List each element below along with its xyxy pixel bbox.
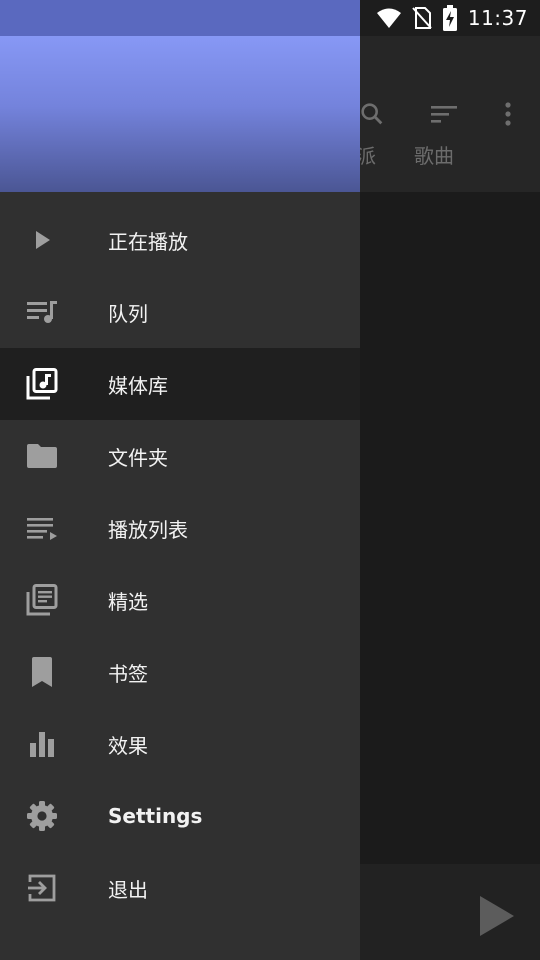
more-vert-icon[interactable]	[490, 96, 526, 132]
queue-music-icon	[24, 294, 60, 330]
drawer-item-label: 正在播放	[108, 229, 188, 254]
library-books-icon	[24, 582, 60, 618]
settings-gear-icon	[24, 798, 60, 834]
status-icons: 11:37	[376, 0, 528, 36]
drawer-item-effects[interactable]: 效果	[0, 708, 360, 780]
drawer-item-featured[interactable]: 精选	[0, 564, 360, 636]
drawer-item-label: 书签	[108, 661, 148, 686]
drawer-item-label: 队列	[108, 301, 148, 326]
folder-icon	[24, 438, 60, 474]
drawer-item-label: 精选	[108, 589, 148, 614]
equalizer-icon	[24, 726, 60, 762]
drawer-item-queue[interactable]: 队列	[0, 276, 360, 348]
drawer-item-library[interactable]: 媒体库	[0, 348, 360, 420]
drawer-item-bookmarks[interactable]: 书签	[0, 636, 360, 708]
drawer-item-settings[interactable]: Settings	[0, 780, 360, 852]
drawer-menu: 正在播放 队列 媒体库 文件夹 播放列表 精选 书签 效果 Settings 退…	[0, 204, 360, 924]
drawer-item-label: 效果	[108, 733, 148, 758]
drawer-status-scrim	[0, 0, 360, 36]
drawer-item-folders[interactable]: 文件夹	[0, 420, 360, 492]
navigation-drawer: 正在播放 队列 媒体库 文件夹 播放列表 精选 书签 效果 Settings 退…	[0, 0, 360, 960]
playlist-play-icon	[24, 510, 60, 546]
play-arrow-icon	[24, 222, 60, 258]
play-icon[interactable]	[476, 894, 516, 938]
drawer-item-label: 媒体库	[108, 373, 168, 398]
drawer-item-label: 播放列表	[108, 517, 188, 542]
tab-songs[interactable]: 歌曲	[414, 140, 454, 169]
drawer-item-label: Settings	[108, 804, 203, 828]
drawer-item-label: 文件夹	[108, 445, 168, 470]
status-clock: 11:37	[467, 6, 528, 30]
drawer-header	[0, 36, 360, 192]
drawer-item-exit[interactable]: 退出	[0, 852, 360, 924]
drawer-item-playlists[interactable]: 播放列表	[0, 492, 360, 564]
wifi-icon	[376, 7, 402, 29]
no-sim-icon	[412, 6, 432, 30]
drawer-item-now-playing[interactable]: 正在播放	[0, 204, 360, 276]
library-music-icon	[24, 366, 60, 402]
exit-icon	[24, 870, 60, 906]
sort-icon[interactable]	[426, 96, 462, 132]
battery-charging-icon	[442, 5, 458, 31]
drawer-item-label: 退出	[108, 877, 148, 902]
bookmark-icon	[24, 654, 60, 690]
